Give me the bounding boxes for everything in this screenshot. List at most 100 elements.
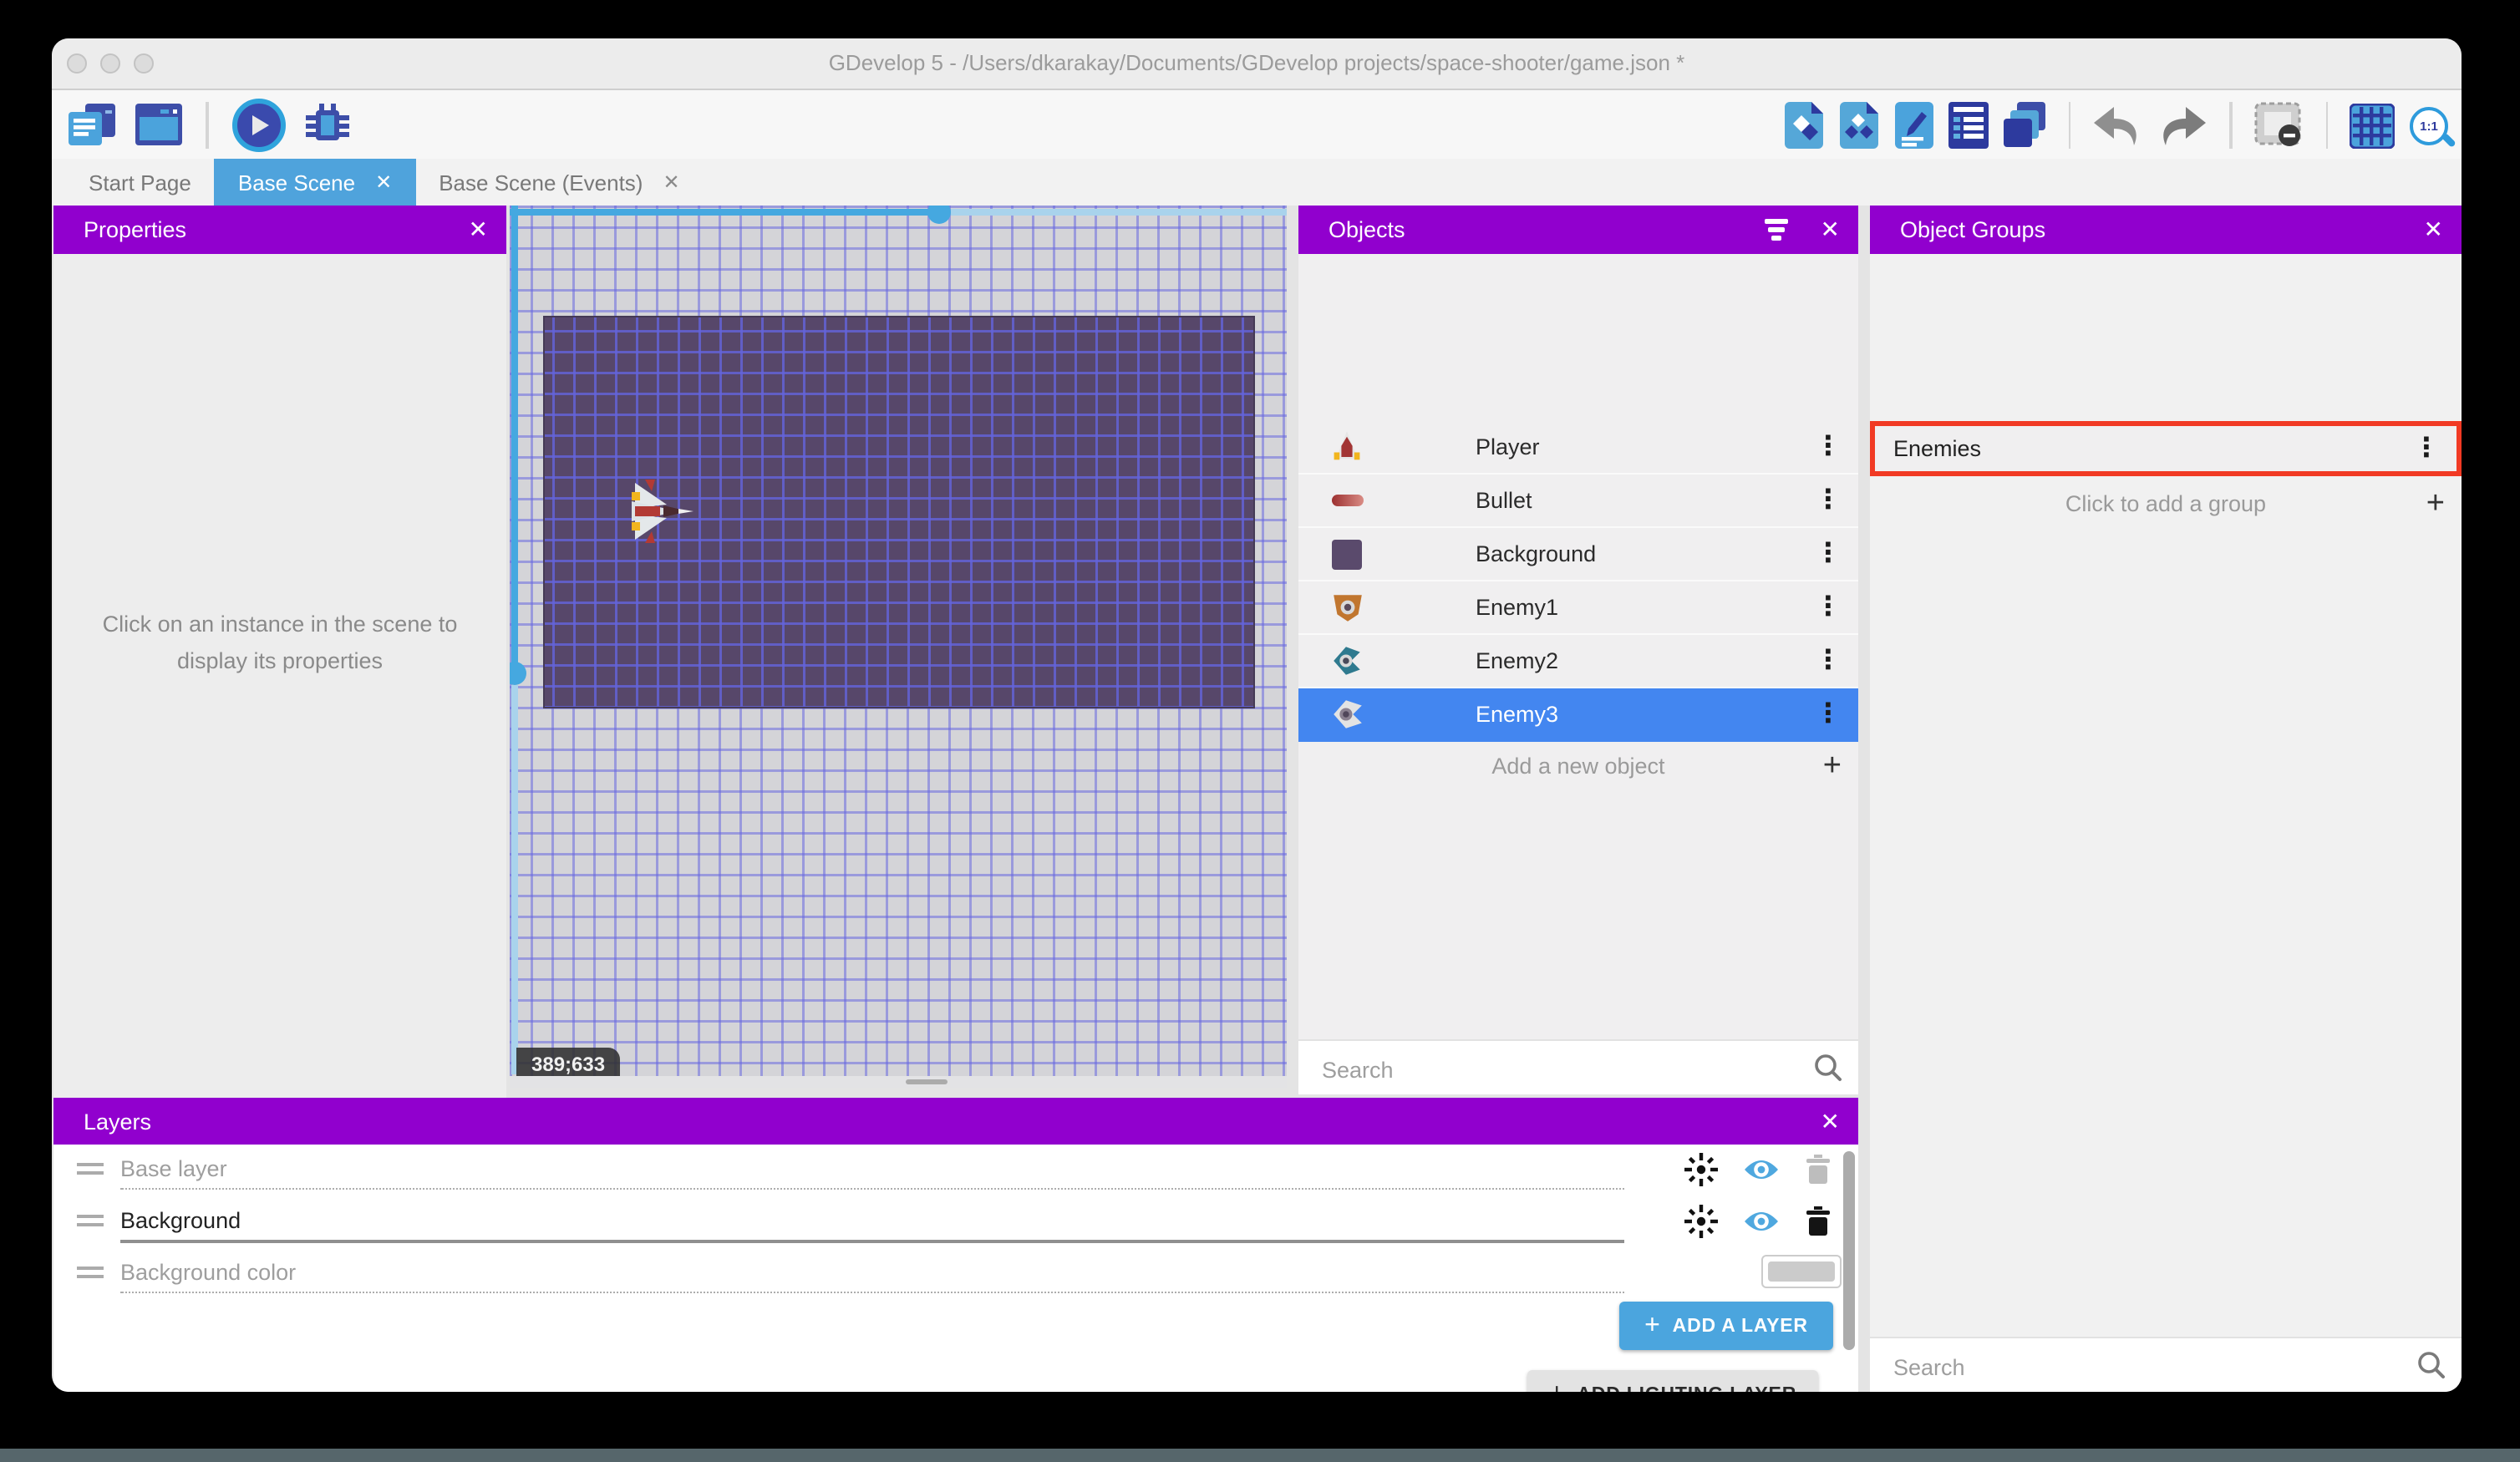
effects-icon[interactable]: [1684, 1205, 1718, 1246]
close-tab-icon[interactable]: ✕: [375, 170, 392, 194]
layer-row-background-color[interactable]: Background color: [53, 1248, 1858, 1300]
objects-editor-icon[interactable]: [1784, 102, 1824, 149]
drag-handle-icon[interactable]: [77, 1215, 104, 1226]
plus-icon: +: [1549, 1379, 1566, 1392]
object-menu-icon[interactable]: ⋮: [1815, 487, 1842, 514]
enemy2-object-icon: [1325, 641, 1369, 681]
object-groups-panel: Object Groups ✕ Enemies ⋮ Click to add a…: [1870, 206, 2462, 1392]
close-icon[interactable]: ✕: [2424, 216, 2443, 244]
toolbar-separator: [2229, 102, 2232, 149]
object-row-enemy2[interactable]: Enemy2 ⋮: [1298, 635, 1858, 688]
object-menu-icon[interactable]: ⋮: [1815, 701, 1842, 728]
layers-panel-header: Layers ✕: [53, 1098, 1858, 1145]
visibility-eye-icon[interactable]: [1743, 1208, 1780, 1243]
tab-label: Start Page: [89, 170, 191, 195]
object-name: Background: [1476, 541, 1596, 566]
groups-search: [1870, 1337, 2462, 1392]
close-tab-icon[interactable]: ✕: [663, 170, 679, 194]
grid-icon[interactable]: [2350, 103, 2395, 148]
background-color-swatch[interactable]: [1761, 1255, 1842, 1288]
layer-name-field[interactable]: Background: [120, 1201, 1624, 1243]
visibility-eye-icon[interactable]: [1743, 1156, 1780, 1191]
zoom-reset-icon[interactable]: 1:1: [2410, 106, 2448, 145]
objects-search-input[interactable]: [1318, 1041, 1745, 1094]
object-menu-icon[interactable]: ⋮: [1815, 647, 1842, 674]
panel-title: Properties: [84, 217, 186, 242]
object-row-enemy3[interactable]: Enemy3 ⋮: [1298, 688, 1858, 742]
toolbar-separator: [2068, 102, 2070, 149]
properties-panel-header: Properties ✕: [53, 206, 506, 254]
object-row-player[interactable]: Player ⋮: [1298, 421, 1858, 475]
open-window-icon[interactable]: [135, 104, 182, 147]
enemy1-object-icon: [1325, 587, 1369, 627]
instances-list-icon[interactable]: [1948, 102, 1988, 149]
close-icon[interactable]: ✕: [1821, 1107, 1840, 1135]
add-layer-button[interactable]: + ADD A LAYER: [1619, 1302, 1833, 1350]
object-name: Enemy1: [1476, 595, 1558, 620]
add-object-row[interactable]: Add a new object +: [1298, 742, 1858, 790]
layer-name-field: Background color: [120, 1253, 1624, 1293]
canvas-bottom-scroll-thumb[interactable]: [906, 1079, 948, 1084]
add-layer-label: ADD A LAYER: [1673, 1316, 1808, 1336]
close-icon[interactable]: ✕: [469, 216, 488, 244]
add-group-row[interactable]: Click to add a group +: [1870, 480, 2462, 528]
close-icon[interactable]: ✕: [1821, 216, 1840, 244]
layer-row-base[interactable]: Base layer: [53, 1145, 1858, 1196]
plus-icon[interactable]: +: [2426, 488, 2445, 520]
tab-base-scene-events[interactable]: Base Scene (Events) ✕: [415, 159, 703, 206]
layers-panel-icon[interactable]: [2003, 102, 2046, 149]
redo-icon[interactable]: [2157, 104, 2208, 146]
drag-handle-icon[interactable]: [77, 1163, 104, 1175]
undo-icon[interactable]: [2092, 104, 2142, 146]
tab-base-scene[interactable]: Base Scene ✕: [215, 159, 415, 206]
delete-layer-icon-disabled[interactable]: [1805, 1155, 1832, 1193]
canvas-hscroll-track[interactable]: [510, 209, 939, 215]
add-lighting-layer-button[interactable]: + ADD LIGHTING LAYER: [1527, 1370, 1818, 1392]
object-menu-icon[interactable]: ⋮: [1815, 434, 1842, 460]
object-row-enemy1[interactable]: Enemy1 ⋮: [1298, 581, 1858, 635]
add-lighting-layer-label: ADD LIGHTING LAYER: [1577, 1384, 1796, 1392]
layer-name-field[interactable]: Base layer: [120, 1150, 1624, 1190]
properties-editor-icon[interactable]: [1894, 102, 1933, 149]
object-row-background[interactable]: Background ⋮: [1298, 528, 1858, 581]
canvas-hscroll-track-light[interactable]: [951, 209, 1287, 215]
object-menu-icon[interactable]: ⋮: [1815, 541, 1842, 567]
layers-panel: Layers ✕ Base layer: [53, 1098, 1858, 1392]
add-object-label: Add a new object: [1491, 754, 1664, 779]
group-menu-icon[interactable]: ⋮: [2413, 435, 2440, 462]
title-bar: GDevelop 5 - /Users/dkarakay/Documents/G…: [52, 38, 2462, 90]
scene-canvas[interactable]: 389;633: [510, 206, 1287, 1088]
toolbar-separator: [206, 102, 208, 149]
effects-icon[interactable]: [1684, 1153, 1718, 1195]
filter-icon[interactable]: [1765, 220, 1788, 241]
groups-search-input[interactable]: [1890, 1338, 2340, 1392]
object-menu-icon[interactable]: ⋮: [1815, 594, 1842, 621]
plus-icon[interactable]: +: [1823, 750, 1842, 782]
enemy3-object-icon: [1325, 694, 1369, 734]
tab-label: Base Scene: [238, 170, 355, 195]
toolbar-left-group: [69, 95, 352, 155]
object-groups-editor-icon[interactable]: [1839, 102, 1879, 149]
object-row-bullet[interactable]: Bullet ⋮: [1298, 475, 1858, 528]
canvas-vscroll-track[interactable]: [511, 206, 517, 673]
debug-bug-icon[interactable]: [302, 100, 352, 150]
project-manager-icon[interactable]: [69, 103, 119, 148]
drag-handle-icon[interactable]: [77, 1267, 104, 1278]
layers-scrollbar[interactable]: [1843, 1151, 1855, 1350]
delete-layer-icon[interactable]: [1805, 1206, 1832, 1245]
player-ship-instance[interactable]: [622, 480, 695, 543]
group-row-enemies[interactable]: Enemies ⋮: [1870, 421, 2462, 476]
canvas-vscroll-track-light[interactable]: [511, 685, 517, 1074]
layer-row-background[interactable]: Background: [53, 1196, 1858, 1248]
magnifier-handle: [2441, 133, 2456, 148]
window-title: GDevelop 5 - /Users/dkarakay/Documents/G…: [52, 38, 2462, 89]
tab-start-page[interactable]: Start Page: [65, 159, 215, 206]
canvas-vscroll-knob[interactable]: [510, 662, 526, 685]
object-name: Enemy2: [1476, 648, 1558, 673]
canvas-bottom-scrollbar[interactable]: [510, 1076, 1287, 1088]
preview-play-button[interactable]: [231, 99, 285, 152]
panel-title: Object Groups: [1900, 217, 2045, 242]
canvas-hscroll-knob[interactable]: [927, 206, 951, 224]
window-mask-icon[interactable]: [2253, 102, 2304, 149]
object-groups-panel-header: Object Groups ✕: [1870, 206, 2462, 254]
